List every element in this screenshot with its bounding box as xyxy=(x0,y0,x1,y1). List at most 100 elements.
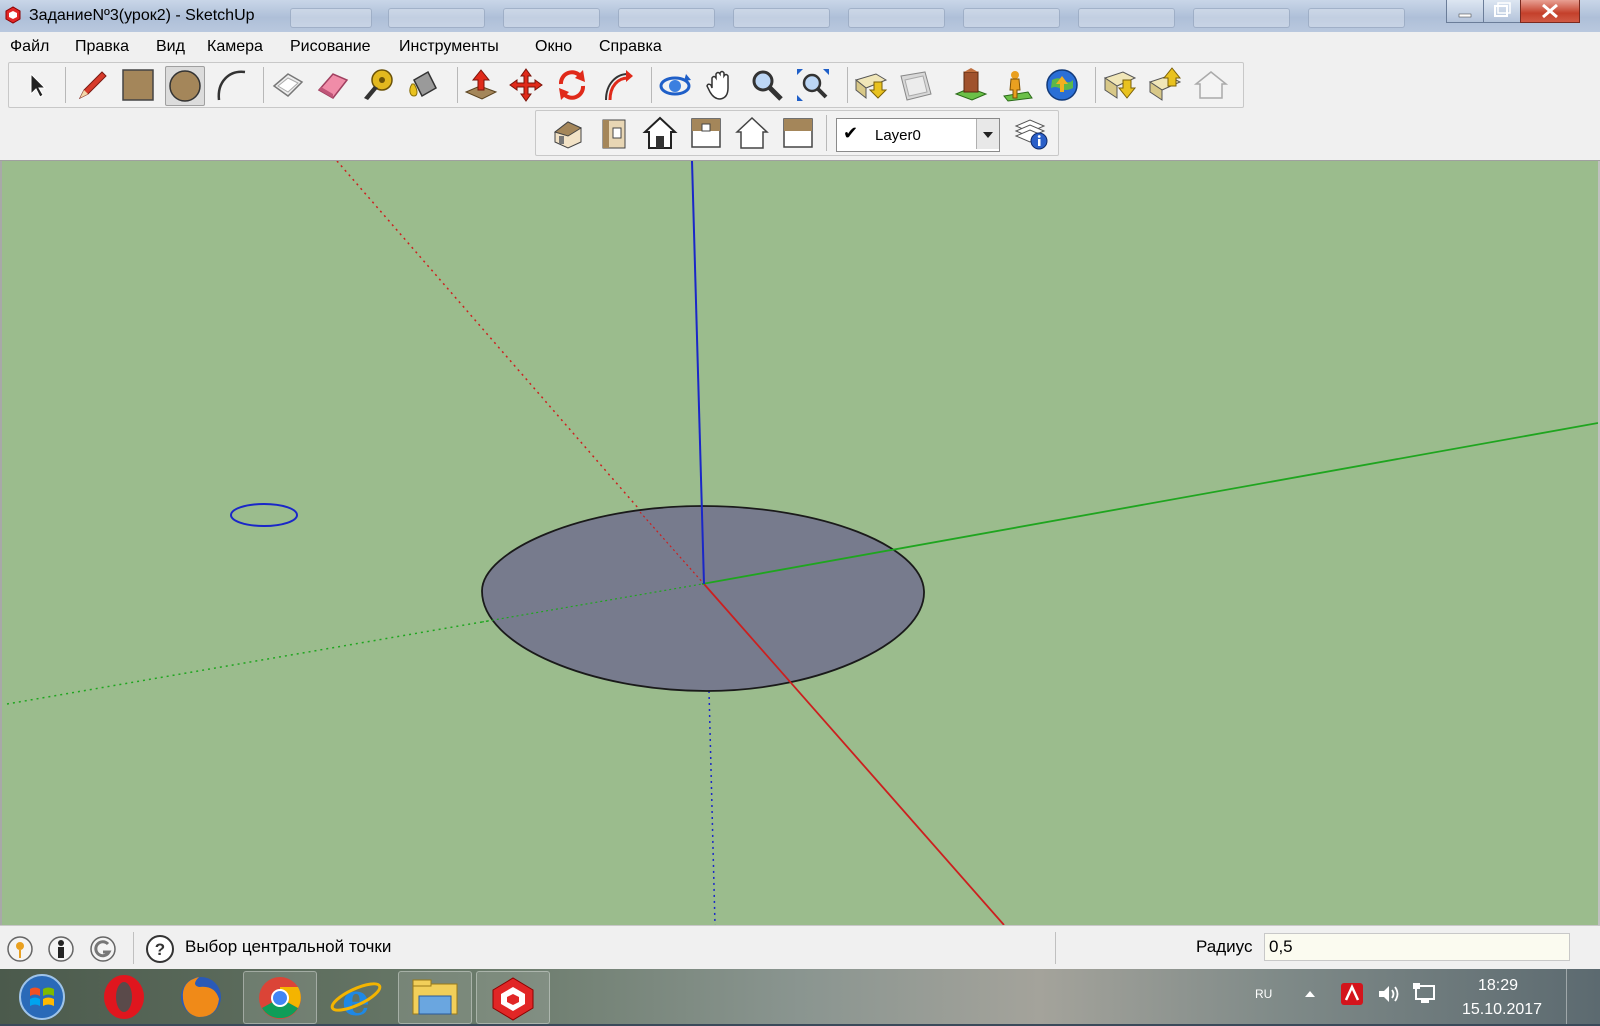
taskbar-explorer[interactable] xyxy=(398,971,472,1024)
restore-button[interactable] xyxy=(1483,0,1521,23)
taskbar-sketchup[interactable] xyxy=(476,971,550,1024)
menu-view[interactable]: Вид xyxy=(156,38,185,56)
menu-tools[interactable]: Инструменты xyxy=(399,38,499,56)
layer-manager-icon xyxy=(1014,119,1048,150)
zoom-extents-tool[interactable] xyxy=(794,66,832,104)
taskbar-ie[interactable]: e xyxy=(320,971,392,1026)
restore-icon xyxy=(1494,2,1511,17)
geolocation-status[interactable] xyxy=(6,935,34,963)
menu-camera[interactable]: Камера xyxy=(207,38,263,56)
minimize-icon xyxy=(1458,13,1472,18)
location-pin-icon xyxy=(7,936,33,962)
add-location-tool[interactable] xyxy=(998,66,1036,104)
layer-name: Layer0 xyxy=(875,127,921,144)
chevron-down-icon xyxy=(983,132,993,138)
back-view-tool[interactable] xyxy=(733,114,771,152)
sketchup-logo-icon xyxy=(5,6,21,24)
menu-window[interactable]: Окно xyxy=(535,38,572,56)
svg-text:e: e xyxy=(342,975,370,1022)
tray-network[interactable] xyxy=(1412,982,1438,1006)
background-tab xyxy=(503,8,600,28)
background-tab xyxy=(1078,8,1175,28)
toolbar-separator xyxy=(65,67,66,103)
close-button[interactable] xyxy=(1520,0,1580,23)
rotate-icon xyxy=(559,70,585,100)
move-tool[interactable] xyxy=(507,66,545,104)
push-pull-tool[interactable] xyxy=(462,66,500,104)
eraser-tool[interactable] xyxy=(313,66,351,104)
measurement-input[interactable]: 0,5 xyxy=(1264,933,1570,961)
status-bar: ? Выбор центральной точки Радиус 0,5 xyxy=(0,925,1600,970)
blue-axis-negative xyxy=(708,690,716,926)
top-view-tool[interactable] xyxy=(687,114,725,152)
get-models-tool[interactable] xyxy=(852,66,890,104)
antivirus-icon xyxy=(1341,983,1363,1005)
preview-tool[interactable] xyxy=(1192,66,1230,104)
share-model-icon xyxy=(900,71,932,101)
background-tab xyxy=(1193,8,1290,28)
tray-volume[interactable] xyxy=(1376,982,1402,1006)
layer-manager-tool[interactable] xyxy=(1012,114,1050,152)
orbit-tool[interactable] xyxy=(656,66,694,104)
add-location-icon xyxy=(1003,71,1033,102)
show-hidden-icons[interactable] xyxy=(1302,986,1318,1002)
rotate-tool[interactable] xyxy=(553,66,591,104)
share-model-tool[interactable] xyxy=(897,66,935,104)
close-icon xyxy=(1542,3,1558,19)
menu-edit[interactable]: Правка xyxy=(75,38,129,56)
measurement-label: Радиус xyxy=(1196,937,1253,956)
tape-measure-tool[interactable] xyxy=(358,66,396,104)
export-tool[interactable] xyxy=(1146,66,1184,104)
network-icon xyxy=(1413,983,1435,1003)
menu-file[interactable]: Файл xyxy=(10,38,49,56)
show-desktop-button[interactable] xyxy=(1566,969,1600,1024)
zoom-tool[interactable] xyxy=(748,66,786,104)
instructor-button[interactable]: ? xyxy=(145,934,175,964)
start-button[interactable] xyxy=(2,971,80,1022)
taskbar-chrome[interactable] xyxy=(243,971,317,1024)
side-view-tool[interactable] xyxy=(779,114,817,152)
taskbar-opera[interactable] xyxy=(88,971,160,1022)
pencil-tool[interactable] xyxy=(72,66,110,104)
background-tab xyxy=(963,8,1060,28)
export-icon xyxy=(1148,67,1182,101)
paint-bucket-tool[interactable] xyxy=(404,66,442,104)
front-house-tool[interactable] xyxy=(641,114,679,152)
tray-antivirus[interactable] xyxy=(1340,982,1364,1006)
google-earth-tool[interactable] xyxy=(1043,66,1081,104)
component-warehouse-icon xyxy=(954,68,988,101)
drawing-viewport[interactable] xyxy=(0,160,1600,926)
toolbar-separator xyxy=(457,67,458,103)
circle-tool[interactable] xyxy=(165,66,205,106)
component-warehouse-tool[interactable] xyxy=(952,66,990,104)
svg-text:?: ? xyxy=(155,940,165,959)
iso-view-tool[interactable] xyxy=(549,114,587,152)
chrome-icon xyxy=(259,977,301,1019)
import-tool[interactable] xyxy=(1101,66,1139,104)
menu-help[interactable]: Справка xyxy=(599,38,662,56)
menu-draw[interactable]: Рисование xyxy=(290,38,371,56)
credits-status[interactable] xyxy=(47,935,75,963)
check-icon: ✔ xyxy=(843,123,859,143)
select-tool[interactable] xyxy=(17,66,55,104)
minimize-button[interactable] xyxy=(1446,0,1484,23)
speaker-icon xyxy=(1379,986,1399,1002)
background-tab xyxy=(848,8,945,28)
taskbar-firefox[interactable] xyxy=(165,971,237,1022)
paint-bucket-icon xyxy=(409,70,437,98)
pan-tool[interactable] xyxy=(702,66,740,104)
layer-dropdown-button[interactable] xyxy=(976,119,999,149)
sign-in-status[interactable] xyxy=(89,935,117,963)
language-indicator[interactable]: RU xyxy=(1255,987,1272,1001)
arc-tool[interactable] xyxy=(211,66,249,104)
rectangle-tool[interactable] xyxy=(119,66,157,104)
clock-time[interactable]: 18:29 xyxy=(1478,977,1518,995)
arc-icon xyxy=(217,70,246,101)
layer-select[interactable]: ✔ Layer0 xyxy=(836,118,1000,152)
ie-icon: e xyxy=(330,975,382,1026)
front-view-tool[interactable] xyxy=(595,114,633,152)
follow-me-tool[interactable] xyxy=(598,66,636,104)
clock-date[interactable]: 15.10.2017 xyxy=(1462,1001,1542,1019)
make-component-tool[interactable] xyxy=(268,66,306,104)
tape-measure-icon xyxy=(364,69,393,100)
